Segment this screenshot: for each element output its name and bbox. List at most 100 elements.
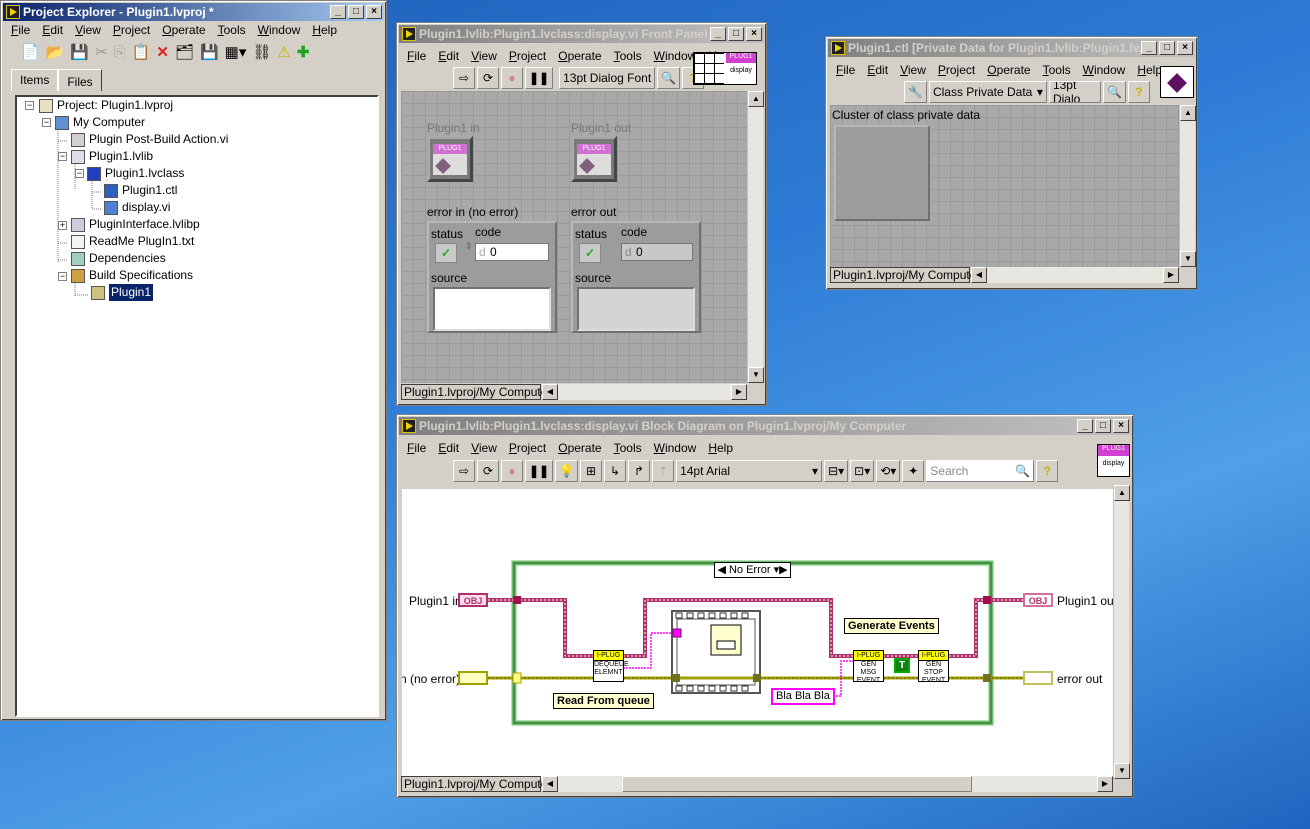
close-button[interactable]: ×	[366, 5, 382, 19]
tree-item-lvclass[interactable]: Plugin1.lvclass	[87, 165, 184, 182]
run-button[interactable]: ⇨	[453, 460, 475, 482]
collapse-toggle[interactable]: −	[42, 118, 51, 127]
title-bar[interactable]: Plugin1.lvlib:Plugin1.lvclass:display.vi…	[399, 417, 1131, 435]
mode-dropdown[interactable]: Class Private Data ▾	[928, 81, 1047, 103]
font-selector[interactable]: 13pt Dialog Font	[559, 67, 656, 89]
menu-view[interactable]: View	[894, 61, 932, 79]
menu-operate[interactable]: Operate	[552, 47, 607, 65]
step-into-icon[interactable]: ↳	[604, 460, 627, 482]
gen-msg-event-node[interactable]: I-PLUG GEN MSG EVENT	[853, 650, 884, 684]
menu-project[interactable]: Project	[503, 439, 552, 457]
vi-icon[interactable]: PLUG1 display	[1097, 444, 1130, 477]
dependencies-icon[interactable]: ⛓	[252, 43, 271, 61]
view-icon[interactable]: ▦▾	[225, 43, 247, 61]
help-icon[interactable]: ?	[1036, 460, 1059, 482]
reorder-icon[interactable]: ⟲▾	[876, 460, 901, 482]
menu-view[interactable]: View	[69, 21, 107, 39]
menu-tools[interactable]: Tools	[608, 439, 648, 457]
menu-tools[interactable]: Tools	[212, 21, 252, 39]
clean-up-diagram-icon[interactable]: ✦	[902, 460, 925, 482]
title-bar[interactable]: Plugin1.lvlib:Plugin1.lvclass:display.vi…	[399, 25, 764, 43]
scroll-down-button[interactable]: ▼	[748, 367, 764, 383]
scroll-right-button[interactable]: ▶	[731, 384, 747, 400]
close-button[interactable]: ×	[746, 27, 762, 41]
menu-tools[interactable]: Tools	[608, 47, 648, 65]
delete-icon[interactable]: ✕	[156, 43, 169, 61]
collapse-toggle[interactable]: −	[25, 101, 34, 110]
comment-generate-events[interactable]: Generate Events	[844, 618, 939, 634]
minimize-button[interactable]: _	[330, 5, 346, 19]
tab-items[interactable]: Items	[11, 69, 59, 91]
warning-icon[interactable]: ⚠	[277, 43, 290, 61]
close-button[interactable]: ×	[1113, 419, 1129, 433]
menu-project[interactable]: Project	[932, 61, 981, 79]
step-over-icon[interactable]: ↱	[628, 460, 651, 482]
maximize-button[interactable]: □	[1095, 419, 1111, 433]
menu-edit[interactable]: Edit	[432, 47, 465, 65]
tree-item-lvlib[interactable]: Plugin1.lvlib	[71, 148, 153, 165]
menu-project[interactable]: Project	[503, 47, 552, 65]
minimize-button[interactable]: _	[1077, 419, 1093, 433]
menu-file[interactable]: File	[5, 21, 36, 39]
minimize-button[interactable]: _	[710, 27, 726, 41]
title-bar[interactable]: Project Explorer - Plugin1.lvproj * _ □ ×	[3, 3, 384, 21]
help-icon[interactable]: ?	[1127, 81, 1150, 103]
menu-project[interactable]: Project	[107, 21, 156, 39]
pause-button[interactable]: ❚❚	[525, 67, 554, 89]
menu-window[interactable]: Window	[252, 21, 307, 39]
scroll-up-button[interactable]: ▲	[1114, 485, 1130, 501]
scroll-up-button[interactable]: ▲	[1180, 105, 1196, 121]
code-input[interactable]: d0	[475, 243, 549, 261]
highlight-execution-icon[interactable]: 💡	[555, 460, 579, 482]
connector-pane-and-icon[interactable]: PLUG1 display	[693, 52, 757, 85]
search-icon[interactable]: 🔍	[657, 67, 681, 89]
source-input[interactable]	[433, 287, 551, 331]
case-selector[interactable]: ◀ No Error ▾▶	[714, 562, 791, 578]
copy-icon[interactable]: ⎘	[114, 44, 126, 61]
menu-view[interactable]: View	[465, 47, 503, 65]
menu-file[interactable]: File	[401, 439, 432, 457]
project-icon[interactable]: 🗂	[175, 43, 194, 61]
error-in-terminal[interactable]	[458, 671, 488, 685]
menu-operate[interactable]: Operate	[981, 61, 1036, 79]
scroll-left-button[interactable]: ◀	[542, 776, 558, 792]
scroll-left-button[interactable]: ◀	[542, 384, 558, 400]
status-checkmark-icon[interactable]: ✓	[435, 243, 457, 263]
vertical-scrollbar[interactable]: ▲ ▼	[1179, 105, 1196, 267]
abort-button[interactable]: ●	[501, 67, 523, 89]
tree-item-build-specs[interactable]: Build Specifications	[71, 267, 193, 284]
vertical-scrollbar[interactable]: ▲ ▼	[747, 91, 764, 383]
increment-decrement-icon[interactable]: ⇕	[465, 241, 473, 252]
plugin-out-indicator[interactable]: PLUG1	[571, 136, 617, 182]
plugin-in-terminal[interactable]: OBJ	[458, 593, 488, 607]
font-selector[interactable]: 14pt Arial ▾	[676, 460, 823, 482]
menu-operate[interactable]: Operate	[156, 21, 211, 39]
private-data-cluster[interactable]	[834, 125, 930, 221]
string-constant[interactable]: Bla Bla Bla	[771, 688, 835, 705]
open-icon[interactable]: 📂	[46, 43, 65, 61]
title-bar[interactable]: Plugin1.ctl [Private Data for Plugin1.lv…	[828, 39, 1195, 57]
tree-item-readme[interactable]: ReadMe PlugIn1.txt	[71, 233, 194, 250]
menu-help[interactable]: Help	[306, 21, 343, 39]
tree-item-project[interactable]: Project: Plugin1.lvproj	[39, 97, 173, 114]
menu-operate[interactable]: Operate	[552, 439, 607, 457]
true-constant[interactable]: T	[894, 658, 910, 673]
abort-button[interactable]: ●	[501, 460, 523, 482]
cut-icon[interactable]: ✂	[95, 43, 108, 61]
error-out-terminal[interactable]	[1023, 671, 1053, 685]
collapse-toggle[interactable]: −	[75, 169, 84, 178]
distribute-objects-icon[interactable]: ⊡▾	[850, 460, 875, 482]
close-button[interactable]: ×	[1177, 41, 1193, 55]
horizontal-scrollbar[interactable]: ◀ ▶	[542, 776, 1113, 792]
align-objects-icon[interactable]: ⊟▾	[824, 460, 849, 482]
gen-stop-event-node[interactable]: I-PLUG GEN STOP EVENT	[918, 650, 949, 684]
wrench-icon[interactable]: 🔧	[904, 81, 927, 103]
collapse-toggle[interactable]: −	[58, 272, 67, 281]
scroll-left-button[interactable]: ◀	[971, 267, 987, 283]
horizontal-scrollbar[interactable]: ◀ ▶	[542, 384, 747, 400]
search-icon[interactable]: 🔍	[1102, 81, 1126, 103]
new-icon[interactable]: 📄	[21, 43, 40, 61]
menu-window[interactable]: Window	[1077, 61, 1132, 79]
tree-item-dependencies[interactable]: Dependencies	[71, 250, 166, 267]
collapse-toggle[interactable]: −	[58, 152, 67, 161]
